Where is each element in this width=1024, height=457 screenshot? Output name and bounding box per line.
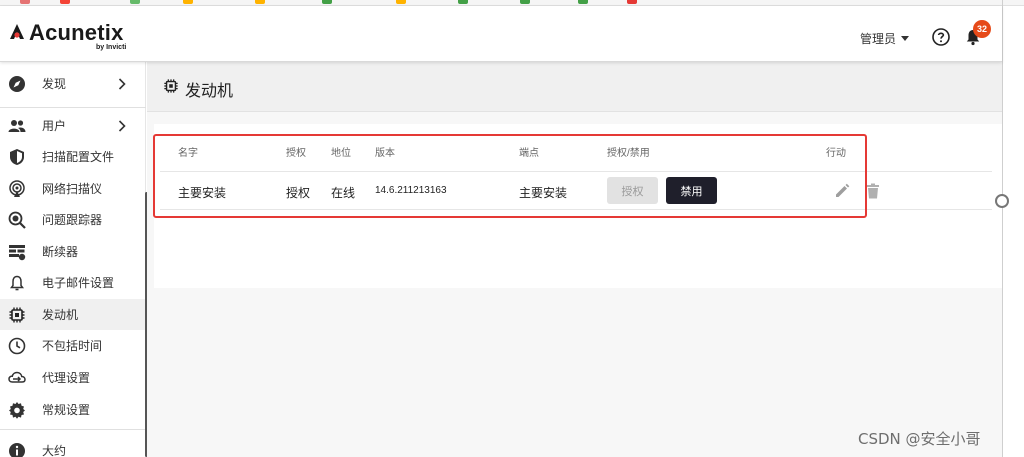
chevron-right-icon bbox=[118, 77, 126, 90]
sidebar-item-label: 断续器 bbox=[42, 245, 79, 259]
bug-search-icon bbox=[8, 211, 26, 229]
info-icon bbox=[9, 442, 25, 457]
caret-down-icon bbox=[901, 36, 910, 41]
sidebar-item-users[interactable]: 用户 bbox=[0, 110, 146, 141]
disable-button[interactable]: 禁用 bbox=[666, 177, 717, 204]
sidebar-item-label: 网络扫描仪 bbox=[42, 182, 103, 196]
table-row-divider bbox=[160, 209, 992, 210]
logo-mark-icon bbox=[10, 24, 24, 39]
compass-icon bbox=[9, 75, 25, 92]
table-header-divider bbox=[160, 171, 992, 172]
sidebar-item-general-settings[interactable]: 常规设置 bbox=[0, 394, 146, 425]
notification-badge: 32 bbox=[973, 20, 991, 38]
cell-status: 在线 bbox=[331, 186, 356, 200]
sidebar-item-label: 电子邮件设置 bbox=[42, 276, 115, 290]
radar-icon bbox=[9, 179, 25, 197]
cell-endpoint: 主要安装 bbox=[519, 186, 568, 200]
sidebar-item-label: 发动机 bbox=[42, 308, 79, 322]
authorize-button[interactable]: 授权 bbox=[607, 177, 658, 204]
top-header: Acunetix by Invicti 管理员 32 bbox=[0, 6, 1002, 62]
chip-icon bbox=[9, 307, 25, 322]
engines-table-card bbox=[154, 124, 1002, 288]
sidebar-item-label: 发现 bbox=[42, 77, 67, 91]
column-header-endpoint[interactable]: 端点 bbox=[519, 144, 539, 159]
cell-version: 14.6.211213163 bbox=[375, 185, 447, 196]
gear-icon bbox=[9, 401, 25, 419]
sidebar-item-issue-tracker[interactable]: 问题跟踪器 bbox=[0, 204, 146, 235]
shield-icon bbox=[10, 148, 24, 165]
chevron-right-icon bbox=[118, 119, 126, 132]
sidebar-item-network-scanner[interactable]: 网络扫描仪 bbox=[0, 173, 146, 204]
sidebar-item-email-settings[interactable]: 电子邮件设置 bbox=[0, 267, 146, 298]
column-header-actions: 行动 bbox=[826, 148, 846, 159]
page-title: 发动机 bbox=[185, 83, 234, 100]
resize-handle[interactable] bbox=[995, 194, 1009, 208]
user-label: 管理员 bbox=[860, 32, 897, 46]
sidebar-item-label: 扫描配置文件 bbox=[42, 150, 115, 164]
trash-icon[interactable] bbox=[866, 183, 880, 199]
sidebar-item-proxy-settings[interactable]: 代理设置 bbox=[0, 362, 146, 393]
sidebar-item-label: 常规设置 bbox=[42, 403, 91, 417]
sidebar-item-label: 大约 bbox=[42, 444, 67, 457]
cell-name: 主要安装 bbox=[178, 186, 227, 200]
users-icon bbox=[8, 119, 26, 132]
column-header-name[interactable]: 名字 bbox=[178, 144, 198, 159]
clock-icon bbox=[8, 337, 26, 354]
sidebar-item-about[interactable]: 大约 bbox=[0, 435, 146, 457]
sidebar-divider bbox=[0, 429, 146, 430]
main-content: 发动机 bbox=[147, 62, 1002, 457]
column-header-authorize-disable: 授权/禁用 bbox=[607, 148, 650, 159]
csdn-watermark: CSDN @安全小哥 bbox=[858, 430, 981, 448]
page-header: 发动机 bbox=[147, 62, 1002, 112]
chip-icon bbox=[164, 79, 178, 93]
column-header-status[interactable]: 地位 bbox=[331, 144, 351, 159]
acunetix-logo[interactable]: Acunetix by Invicti bbox=[8, 20, 138, 54]
sidebar-item-firewall[interactable]: 断续器 bbox=[0, 236, 146, 267]
proxy-icon bbox=[8, 371, 26, 383]
sidebar-item-scan-profiles[interactable]: 扫描配置文件 bbox=[0, 141, 146, 172]
sidebar-item-label: 代理设置 bbox=[42, 371, 91, 385]
user-menu[interactable]: 管理员 bbox=[860, 30, 910, 47]
cell-authorization: 授权 bbox=[286, 186, 311, 200]
sidebar-item-engines[interactable]: 发动机 bbox=[0, 299, 146, 330]
column-header-version[interactable]: 版本 bbox=[375, 144, 395, 159]
edit-pencil-icon[interactable] bbox=[834, 183, 850, 199]
column-header-authorization[interactable]: 授权 bbox=[286, 144, 306, 159]
window-edge-line bbox=[1002, 0, 1003, 457]
firewall-icon bbox=[9, 244, 26, 260]
sidebar-item-label: 不包括时间 bbox=[42, 339, 103, 353]
sidebar-divider bbox=[0, 107, 146, 108]
bell-icon bbox=[10, 275, 24, 290]
brand-name: Acunetix bbox=[29, 20, 124, 45]
sidebar: 发现 用户 扫描配置文件 网络扫描仪 问题跟踪器 断续器 电子邮件设置 发动机 … bbox=[0, 62, 148, 457]
help-icon[interactable] bbox=[932, 28, 950, 46]
sidebar-item-label: 用户 bbox=[42, 119, 67, 133]
sidebar-item-discover[interactable]: 发现 bbox=[0, 68, 146, 99]
brand-sub: by Invicti bbox=[96, 44, 127, 51]
sidebar-item-label: 问题跟踪器 bbox=[42, 213, 103, 227]
sidebar-item-excluded-hours[interactable]: 不包括时间 bbox=[0, 330, 146, 361]
